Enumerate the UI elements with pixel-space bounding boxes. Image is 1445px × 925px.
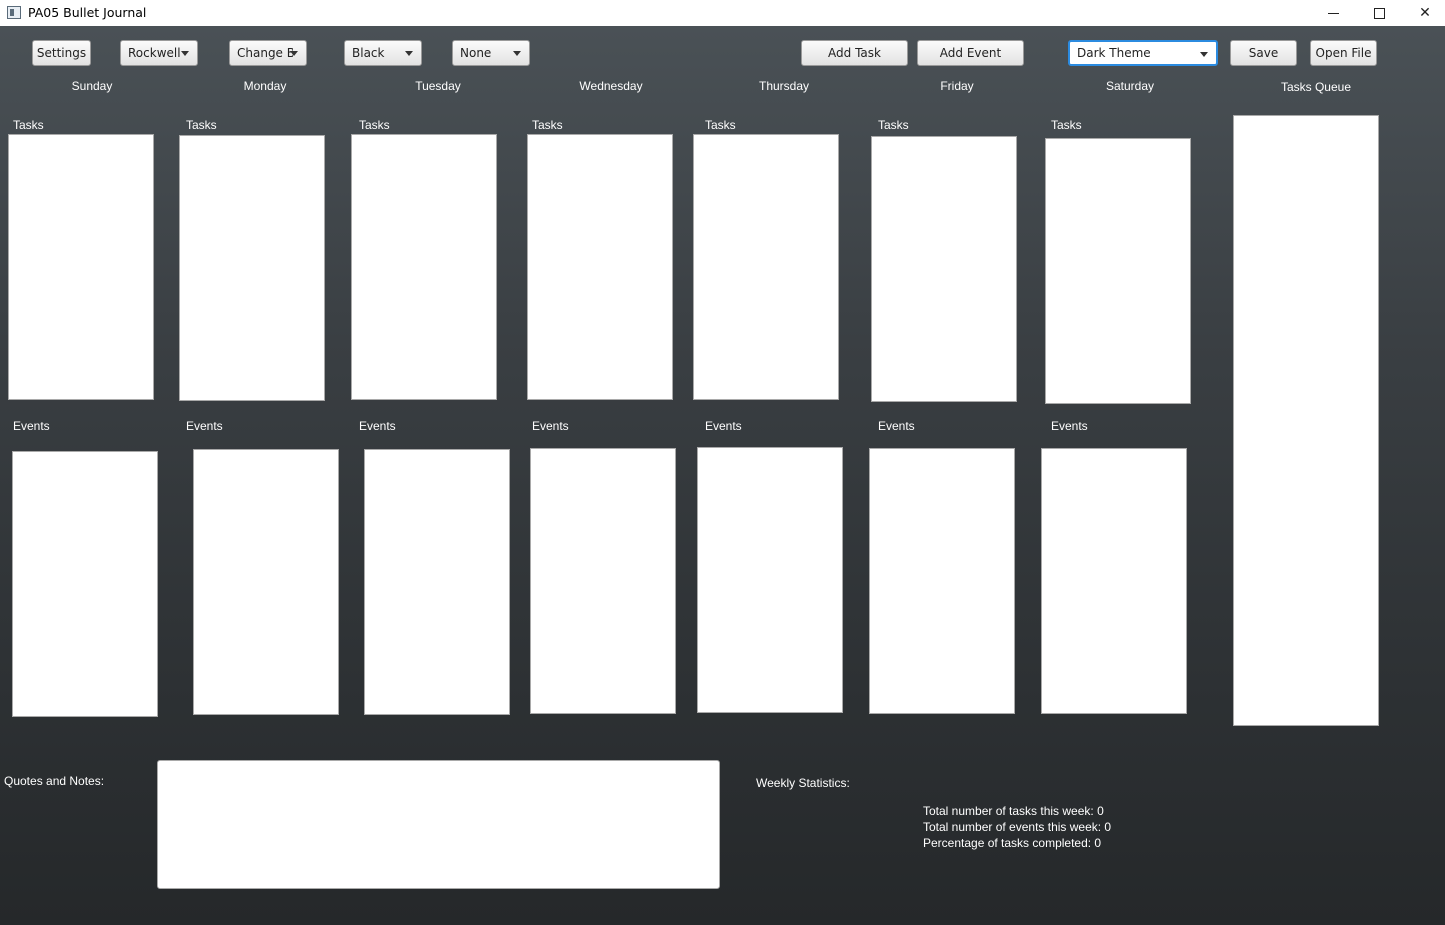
close-icon: ✕ — [1419, 5, 1431, 21]
none-select-value: None — [460, 46, 492, 60]
change-select[interactable]: Change B... — [229, 40, 307, 66]
tasks-list-tuesday[interactable] — [351, 134, 497, 400]
day-label-wednesday: Wednesday — [579, 79, 643, 93]
theme-select[interactable]: Dark Theme — [1068, 40, 1218, 66]
theme-select-value: Dark Theme — [1077, 46, 1151, 60]
stat-total-tasks: Total number of tasks this week: 0 — [923, 804, 1104, 818]
chevron-down-icon — [181, 51, 189, 56]
minimize-button[interactable] — [1310, 0, 1356, 26]
close-button[interactable]: ✕ — [1402, 0, 1445, 26]
tasks-label: Tasks — [1051, 118, 1082, 132]
events-list-monday[interactable] — [193, 449, 339, 715]
day-label-saturday: Saturday — [1105, 79, 1155, 93]
events-list-saturday[interactable] — [1041, 448, 1187, 714]
events-label: Events — [1051, 419, 1088, 433]
events-list-thursday[interactable] — [697, 447, 843, 713]
tasks-queue-list[interactable] — [1233, 115, 1379, 726]
events-list-wednesday[interactable] — [530, 448, 676, 714]
events-label: Events — [705, 419, 742, 433]
minimize-icon — [1327, 12, 1339, 14]
tasks-list-wednesday[interactable] — [527, 134, 673, 400]
day-label-sunday: Sunday — [71, 79, 113, 93]
tasks-list-saturday[interactable] — [1045, 138, 1191, 404]
tasks-queue-label: Tasks Queue — [1280, 80, 1352, 94]
color-select[interactable]: Black — [344, 40, 422, 66]
chevron-down-icon — [1200, 52, 1208, 57]
window-title: PA05 Bullet Journal — [28, 5, 147, 20]
tasks-label: Tasks — [186, 118, 217, 132]
events-label: Events — [186, 419, 223, 433]
save-button[interactable]: Save — [1230, 40, 1297, 66]
tasks-list-monday[interactable] — [179, 135, 325, 401]
stat-percentage-completed: Percentage of tasks completed: 0 — [923, 836, 1102, 850]
font-select[interactable]: Rockwell — [120, 40, 198, 66]
maximize-icon — [1373, 7, 1385, 19]
open-file-button[interactable]: Open File — [1310, 40, 1377, 66]
stat-total-events: Total number of events this week: 0 — [923, 820, 1112, 834]
none-select[interactable]: None — [452, 40, 530, 66]
app-icon — [7, 6, 21, 19]
chevron-down-icon — [513, 51, 521, 56]
title-bar: PA05 Bullet Journal ✕ — [0, 0, 1445, 26]
tasks-list-thursday[interactable] — [693, 134, 839, 400]
tasks-list-sunday[interactable] — [8, 134, 154, 400]
events-list-sunday[interactable] — [12, 451, 158, 717]
weekly-stats-title: Weekly Statistics: — [756, 776, 850, 790]
chevron-down-icon — [405, 51, 413, 56]
add-task-button[interactable]: Add Task — [801, 40, 908, 66]
notes-label: Quotes and Notes: — [4, 774, 105, 788]
events-label: Events — [532, 419, 569, 433]
tasks-label: Tasks — [705, 118, 736, 132]
settings-button[interactable]: Settings — [32, 40, 91, 66]
events-label: Events — [359, 419, 396, 433]
color-select-value: Black — [352, 46, 385, 60]
day-label-friday: Friday — [940, 79, 974, 93]
maximize-button[interactable] — [1356, 0, 1402, 26]
tasks-label: Tasks — [532, 118, 563, 132]
tasks-label: Tasks — [878, 118, 909, 132]
notes-textarea[interactable] — [157, 760, 720, 889]
events-list-tuesday[interactable] — [364, 449, 510, 715]
events-list-friday[interactable] — [869, 448, 1015, 714]
add-event-button[interactable]: Add Event — [917, 40, 1024, 66]
journal-main: Settings Rockwell Change B... Black None… — [0, 26, 1445, 925]
tasks-label: Tasks — [13, 118, 44, 132]
events-label: Events — [878, 419, 915, 433]
chevron-down-icon — [290, 51, 298, 56]
day-label-monday: Monday — [243, 79, 287, 93]
events-label: Events — [13, 419, 50, 433]
font-select-value: Rockwell — [128, 46, 181, 60]
tasks-list-friday[interactable] — [871, 136, 1017, 402]
tasks-label: Tasks — [359, 118, 390, 132]
change-select-value: Change B... — [237, 46, 293, 60]
day-label-thursday: Thursday — [758, 79, 810, 93]
day-label-tuesday: Tuesday — [415, 79, 461, 93]
